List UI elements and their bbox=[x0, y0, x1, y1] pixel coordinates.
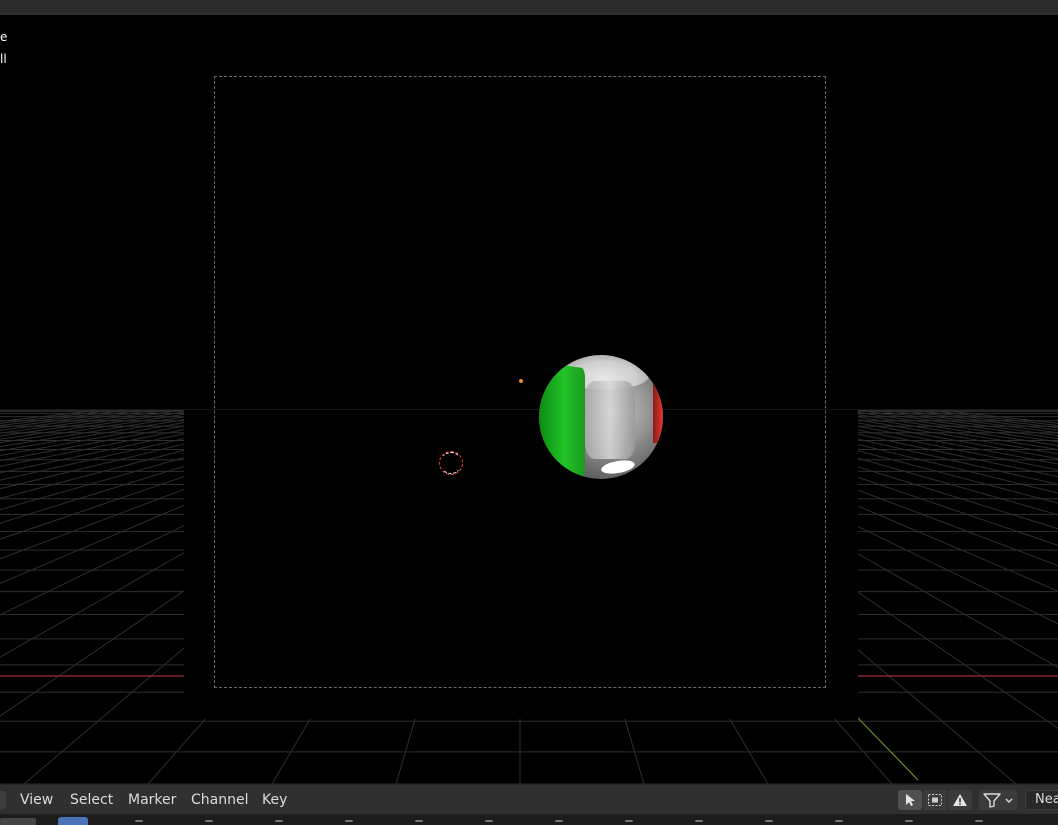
filter-dropdown[interactable] bbox=[979, 790, 1017, 810]
ruler-tick bbox=[765, 820, 773, 822]
grid-line bbox=[0, 409, 171, 434]
grid-line bbox=[0, 409, 115, 424]
ruler-tick bbox=[835, 820, 843, 822]
menu-channel[interactable]: Channel bbox=[191, 792, 248, 808]
editor-type-stub[interactable] bbox=[0, 791, 6, 809]
ruler-tick bbox=[135, 820, 143, 822]
3d-cursor[interactable] bbox=[439, 451, 463, 475]
filter-icon bbox=[983, 793, 1013, 808]
ruler-tick bbox=[625, 820, 633, 822]
grid-line bbox=[869, 409, 1058, 437]
object-origin[interactable] bbox=[519, 379, 523, 383]
ruler-tick bbox=[415, 820, 423, 822]
menu-marker[interactable]: Marker bbox=[128, 792, 176, 808]
grid-line bbox=[883, 409, 1058, 434]
timeline-header: View Select Marker Channel Key Nea bbox=[0, 784, 1058, 814]
ruler-left-stub bbox=[0, 818, 36, 825]
grid-line bbox=[0, 409, 101, 422]
menu-key[interactable]: Key bbox=[262, 792, 287, 808]
ruler-tick bbox=[975, 820, 983, 822]
menu-select[interactable]: Select bbox=[70, 792, 113, 808]
ruler-tick bbox=[695, 820, 703, 822]
grid-line bbox=[0, 409, 143, 429]
top-bar bbox=[0, 0, 1058, 15]
grid-line bbox=[0, 409, 157, 431]
select-tool-button[interactable] bbox=[898, 790, 922, 810]
ruler-tick bbox=[555, 820, 563, 822]
3d-viewport[interactable]: e ll bbox=[0, 15, 1058, 784]
warning-button[interactable] bbox=[948, 790, 972, 810]
interpolation-dropdown[interactable]: Nea bbox=[1025, 790, 1058, 810]
ruler-tick bbox=[345, 820, 353, 822]
ruler-tick bbox=[485, 820, 493, 822]
ruler-tick bbox=[205, 820, 213, 822]
grid-line bbox=[827, 409, 1058, 447]
sphere-reflection-center bbox=[585, 381, 635, 459]
current-frame-indicator[interactable] bbox=[58, 817, 88, 825]
chevron-down-icon bbox=[1005, 798, 1013, 803]
y-axis-line bbox=[857, 717, 919, 781]
cursor-arrow-icon bbox=[906, 794, 915, 806]
timeline-ruler[interactable] bbox=[0, 814, 1058, 825]
ruler-tick bbox=[275, 820, 283, 822]
sphere-reflection-red bbox=[653, 381, 663, 443]
box-select-icon bbox=[928, 794, 942, 806]
ruler-tick bbox=[905, 820, 913, 822]
warning-icon bbox=[953, 794, 967, 806]
rendered-sphere[interactable] bbox=[539, 355, 663, 479]
box-select-button[interactable] bbox=[923, 790, 947, 810]
menu-view[interactable]: View bbox=[20, 792, 53, 808]
